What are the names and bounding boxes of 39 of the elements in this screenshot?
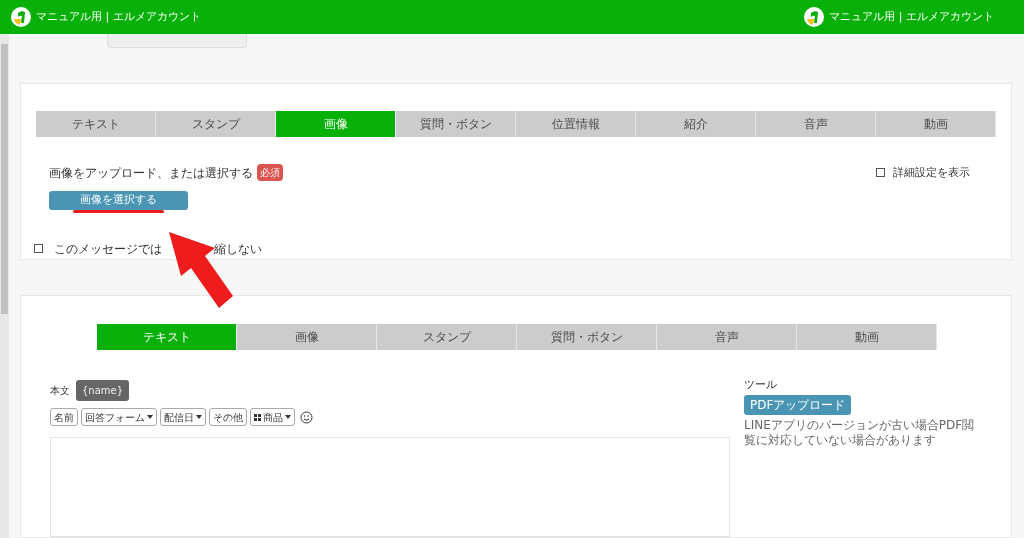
- insert-button[interactable]: その他: [209, 408, 247, 426]
- tab[interactable]: テキスト: [36, 110, 156, 137]
- tab[interactable]: 質問・ボタン: [517, 324, 657, 350]
- insert-button[interactable]: 名前: [50, 408, 78, 426]
- select-image-button[interactable]: 画像を選択する: [49, 190, 188, 210]
- select-field[interactable]: [107, 34, 247, 48]
- tab[interactable]: 画像: [237, 324, 377, 350]
- checkbox[interactable]: [876, 168, 885, 178]
- name-tag[interactable]: {name}: [76, 380, 130, 401]
- caret-icon: [147, 415, 153, 419]
- insert-button[interactable]: 商品: [250, 408, 295, 426]
- checkbox-label[interactable]: 縮しない: [214, 239, 262, 258]
- logo-icon: [10, 6, 32, 28]
- tab[interactable]: スタンプ: [377, 324, 517, 350]
- tab[interactable]: 位置情報: [516, 110, 636, 137]
- insert-button[interactable]: 配信日: [160, 408, 206, 426]
- caret-icon: [285, 415, 291, 419]
- tab[interactable]: スタンプ: [156, 110, 276, 137]
- logo-icon: [803, 6, 826, 28]
- pdf-note: LINEアプリのバージョンが古い場合PDF閲覧に対応していない場合があります: [744, 417, 976, 448]
- checkbox[interactable]: [34, 244, 43, 254]
- tab[interactable]: 紹介: [636, 110, 756, 137]
- tab[interactable]: 動画: [876, 110, 996, 137]
- scrollbar[interactable]: [0, 34, 9, 538]
- tab[interactable]: 質問・ボタン: [396, 110, 516, 137]
- smiley-icon[interactable]: [300, 410, 313, 424]
- tools-title: ツール: [744, 377, 777, 393]
- checkbox-label[interactable]: 詳細設定を表示: [893, 164, 970, 182]
- tab[interactable]: 動画: [797, 324, 937, 350]
- tab[interactable]: 音声: [657, 324, 797, 350]
- insert-button[interactable]: 回答フォーム: [81, 408, 157, 426]
- body-label: 本文: [50, 384, 70, 398]
- required-badge: 必須: [257, 164, 283, 182]
- checkbox-label[interactable]: このメッセージでは: [54, 239, 162, 258]
- grid-icon: [254, 413, 261, 421]
- caret-icon: [196, 415, 202, 419]
- pdf-upload-button[interactable]: PDFアップロード: [744, 394, 852, 415]
- upload-label: 画像をアップロード、または選択する: [49, 164, 253, 182]
- tab[interactable]: 音声: [756, 110, 876, 137]
